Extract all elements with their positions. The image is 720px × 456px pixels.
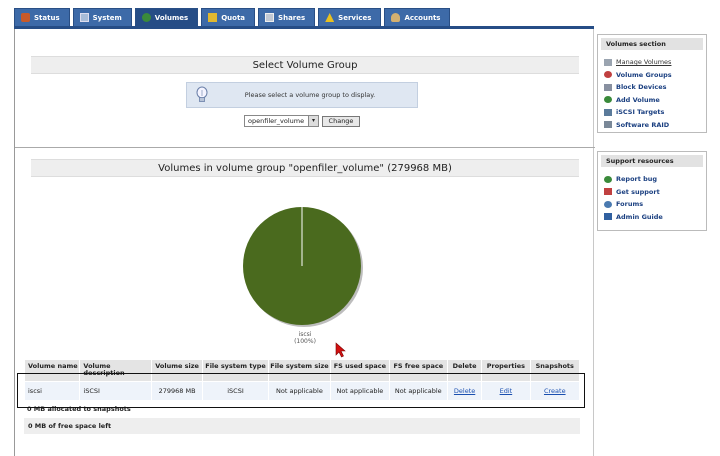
snapshot-allocation-note: 0 MB allocated to snapshots bbox=[27, 405, 131, 413]
tab-system[interactable]: System bbox=[72, 8, 132, 26]
lightbulb-icon bbox=[187, 86, 217, 104]
col-fs-used: FS used space bbox=[331, 360, 389, 381]
table-row: iscsi iSCSI 279968 MB iSCSI Not applicab… bbox=[25, 382, 579, 400]
col-volume-description: Volume description bbox=[80, 360, 151, 381]
sidebar-item-volume-groups[interactable]: Volume Groups bbox=[604, 69, 706, 82]
select-group-message: Please select a volume group to display. bbox=[244, 91, 376, 99]
status-icon bbox=[21, 13, 30, 22]
volumes-section-title: Volumes section bbox=[601, 38, 703, 50]
sidebar-item-add-volume[interactable]: Add Volume bbox=[604, 94, 706, 107]
forums-icon bbox=[604, 200, 612, 208]
top-nav-tabs: Status System Volumes Quota Shares Servi… bbox=[14, 8, 451, 26]
volumes-in-group-title: Volumes in volume group "openfiler_volum… bbox=[31, 159, 579, 177]
tab-shares[interactable]: Shares bbox=[258, 8, 316, 26]
add-volume-icon bbox=[604, 96, 612, 104]
section-divider bbox=[15, 147, 595, 148]
pie-slice-percent: (100%) bbox=[294, 338, 316, 345]
get-support-icon bbox=[604, 188, 612, 196]
tab-status[interactable]: Status bbox=[14, 8, 70, 26]
system-icon bbox=[79, 13, 89, 22]
tab-volumes[interactable]: Volumes bbox=[134, 8, 199, 26]
mouse-cursor-icon bbox=[335, 342, 347, 360]
iscsi-targets-icon bbox=[604, 108, 612, 116]
manage-volumes-icon bbox=[604, 58, 612, 66]
chevron-down-icon: ▾ bbox=[308, 116, 318, 126]
col-fs-type: File system type bbox=[203, 360, 268, 381]
col-properties: Properties bbox=[482, 360, 530, 381]
sidebar-item-iscsi-targets[interactable]: iSCSI Targets bbox=[604, 106, 706, 119]
cell-volume-name: iscsi bbox=[25, 382, 80, 400]
tab-quota[interactable]: Quota bbox=[201, 8, 256, 26]
sidebar-item-get-support[interactable]: Get support bbox=[604, 186, 706, 199]
pie-slice-name: iscsi bbox=[298, 331, 312, 338]
col-volume-size: Volume size bbox=[151, 360, 203, 381]
delete-volume-link[interactable]: Delete bbox=[454, 387, 475, 395]
volume-group-select[interactable]: openfiler_volume ▾ bbox=[244, 115, 319, 127]
cell-volume-size: 279968 MB bbox=[151, 382, 203, 400]
volumes-table: Volume name Volume description Volume si… bbox=[24, 359, 580, 401]
cell-fs-type: iSCSI bbox=[203, 382, 268, 400]
tab-services[interactable]: Services bbox=[318, 8, 382, 26]
support-resources-panel: Support resources Report bug Get support… bbox=[597, 151, 707, 231]
change-button[interactable]: Change bbox=[322, 116, 360, 127]
report-bug-icon bbox=[604, 175, 612, 183]
accounts-icon bbox=[391, 13, 401, 22]
volumes-icon bbox=[141, 13, 151, 22]
sidebar-item-admin-guide[interactable]: Admin Guide bbox=[604, 211, 706, 224]
shares-icon bbox=[265, 13, 275, 22]
col-snapshots: Snapshots bbox=[530, 360, 579, 381]
sidebar-item-report-bug[interactable]: Report bug bbox=[604, 173, 706, 186]
col-fs-free: FS free space bbox=[389, 360, 447, 381]
volume-pie-chart bbox=[241, 205, 365, 331]
col-volume-name: Volume name bbox=[25, 360, 80, 381]
col-delete: Delete bbox=[447, 360, 482, 381]
tab-accounts[interactable]: Accounts bbox=[384, 8, 451, 26]
services-icon bbox=[325, 13, 335, 22]
col-fs-size: File system size bbox=[268, 360, 331, 381]
info-message-box: Please select a volume group to display. bbox=[186, 82, 418, 108]
edit-properties-link[interactable]: Edit bbox=[500, 387, 513, 395]
cell-fs-size: Not applicable bbox=[268, 382, 331, 400]
cell-fs-free: Not applicable bbox=[389, 382, 447, 400]
table-header-row: Volume name Volume description Volume si… bbox=[25, 360, 579, 381]
sidebar-item-manage-volumes[interactable]: Manage Volumes bbox=[604, 56, 706, 69]
software-raid-icon bbox=[604, 121, 612, 129]
quota-icon bbox=[208, 13, 218, 22]
main-panel: Select Volume Group Please select a volu… bbox=[14, 29, 595, 456]
pie-slice-label: iscsi (100%) bbox=[275, 331, 335, 345]
create-snapshot-link[interactable]: Create bbox=[544, 387, 566, 395]
volume-groups-icon bbox=[604, 71, 612, 79]
select-volume-group-title: Select Volume Group bbox=[31, 56, 579, 74]
cell-fs-used: Not applicable bbox=[331, 382, 389, 400]
volumes-section-panel: Volumes section Manage Volumes Volume Gr… bbox=[597, 34, 707, 133]
sidebar-item-forums[interactable]: Forums bbox=[604, 198, 706, 211]
admin-guide-icon bbox=[604, 213, 612, 221]
sidebar-item-software-raid[interactable]: Software RAID bbox=[604, 119, 706, 132]
block-devices-icon bbox=[604, 83, 612, 91]
support-resources-title: Support resources bbox=[601, 155, 703, 167]
sidebar-item-block-devices[interactable]: Block Devices bbox=[604, 81, 706, 94]
cell-volume-description: iSCSI bbox=[80, 382, 151, 400]
free-space-note: 0 MB of free space left bbox=[24, 418, 580, 434]
